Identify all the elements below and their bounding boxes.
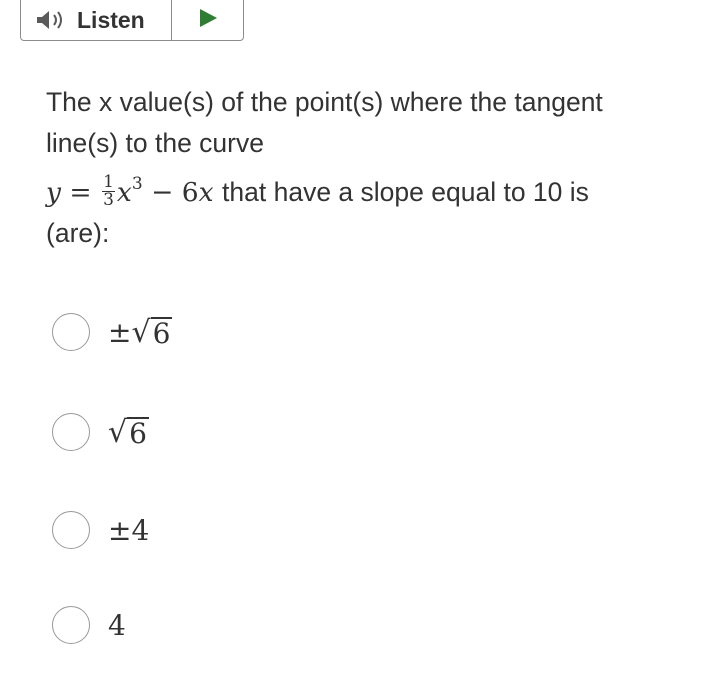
eq-equals: = (69, 177, 92, 208)
radicand: 6 (127, 416, 149, 450)
option-label: √ 6 (108, 414, 149, 450)
radio-button[interactable] (52, 511, 90, 549)
eq-coefficient: 6 (181, 177, 199, 208)
eq-y: y (46, 177, 61, 208)
option-2[interactable]: √ 6 (52, 413, 149, 451)
eq-exponent: 3 (131, 174, 143, 194)
eq-minus: − (151, 177, 174, 208)
question-line-3: y = 1 3 x3 − 6x that have a slope equal … (46, 164, 706, 213)
question-line-2: line(s) to the curve (46, 128, 264, 158)
question-line-1: The x value(s) of the point(s) where the… (46, 87, 603, 117)
listen-toolbar: Listen (20, 0, 244, 41)
option-4[interactable]: 4 (52, 606, 126, 644)
option-label: 4 (108, 608, 126, 642)
radical-sign: √ (131, 314, 151, 350)
radical-sign: √ (108, 414, 128, 450)
eq-x-linear: x (198, 177, 214, 208)
question-text: The x value(s) of the point(s) where the… (46, 82, 706, 254)
plus-minus: ± (108, 315, 132, 349)
listen-label: Listen (77, 6, 145, 33)
play-icon (197, 7, 219, 34)
frac-numerator: 1 (102, 171, 115, 192)
radio-button[interactable] (52, 606, 90, 644)
option-label: ± √ 6 (108, 314, 173, 350)
radicand: 6 (150, 316, 173, 350)
speaker-icon (35, 9, 69, 31)
option-1[interactable]: ± √ 6 (52, 313, 173, 351)
square-root: √ 6 (131, 314, 173, 350)
play-button[interactable] (172, 0, 243, 40)
listen-button[interactable]: Listen (21, 0, 172, 40)
question-line-4: (are): (46, 218, 110, 248)
eq-x: x (116, 177, 132, 208)
radio-button[interactable] (52, 413, 90, 451)
frac-denominator: 3 (103, 189, 114, 210)
equation: y = 1 3 x3 − 6x (46, 171, 222, 210)
eq-fraction: 1 3 (102, 171, 115, 210)
radio-button[interactable] (52, 313, 90, 351)
question-line-3-tail: that have a slope equal to 10 is (222, 177, 589, 207)
option-3[interactable]: ±4 (52, 511, 149, 549)
option-label: ±4 (108, 513, 150, 547)
square-root: √ 6 (108, 414, 149, 450)
